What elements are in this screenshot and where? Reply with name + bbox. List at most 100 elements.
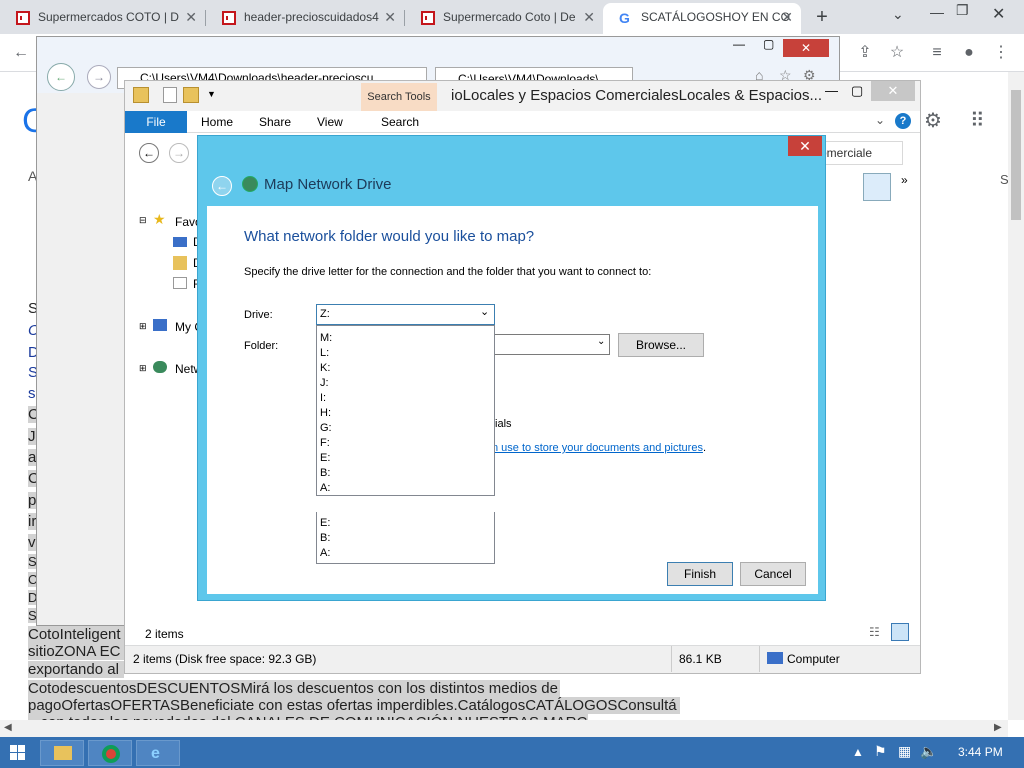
list-item[interactable]: K:	[317, 361, 494, 376]
search-tools-tab[interactable]: Search Tools	[361, 83, 437, 111]
close-window-icon[interactable]: ✕	[992, 4, 1005, 24]
chrome-menu-icon[interactable]: ⋮	[988, 40, 1014, 66]
explorer-ribbon: File Home Share View Search ⌄ ?	[125, 111, 920, 133]
forward-icon[interactable]: →	[169, 143, 189, 163]
dialog-instruction: Specify the drive letter for the connect…	[244, 266, 652, 278]
cancel-button[interactable]: Cancel	[740, 562, 806, 586]
expand-icon[interactable]: ⊞	[139, 321, 147, 332]
list-item[interactable]: G:	[317, 421, 494, 436]
google-icon: G	[619, 10, 630, 26]
search-input[interactable]: omerciale	[813, 141, 903, 165]
close-tab-icon[interactable]: ✕	[781, 3, 793, 32]
help-icon[interactable]: ?	[895, 113, 911, 129]
start-windows-icon[interactable]	[10, 745, 26, 761]
tab-file[interactable]: File	[125, 111, 187, 133]
list-item[interactable]: E:	[317, 516, 494, 531]
explorer-title: ioLocales y Espacios ComercialesLocales …	[451, 87, 821, 104]
list-item[interactable]: B:	[317, 531, 494, 546]
list-item[interactable]: A:	[317, 546, 494, 561]
page-text: v	[28, 534, 36, 551]
scroll-left-icon[interactable]: ◀	[4, 722, 12, 733]
storage-link-text[interactable]: n use to store your documents and pictur…	[492, 442, 703, 454]
finish-button[interactable]: Finish	[667, 562, 733, 586]
star-icon: ★	[153, 211, 166, 227]
drive-label: Drive:	[244, 309, 273, 321]
close-tab-icon[interactable]: ✕	[583, 3, 595, 32]
computer-icon	[767, 652, 783, 664]
expand-icon[interactable]: ⊞	[139, 363, 147, 374]
drive-dropdown-list[interactable]: M: L: K: J: I: H: G: F: E: B: A:	[316, 325, 495, 496]
back-icon[interactable]: ←	[139, 143, 159, 163]
more-options-icon[interactable]: »	[901, 173, 908, 187]
show-hidden-icons[interactable]: ▲	[852, 745, 864, 759]
quick-access-dropdown-icon[interactable]: ▼	[207, 89, 216, 99]
share-icon[interactable]: ⇪	[852, 40, 878, 66]
list-item[interactable]: A:	[317, 481, 494, 495]
apps-grid-icon[interactable]: ⠿	[970, 108, 985, 133]
ie-taskbar-icon[interactable]: e	[136, 740, 180, 766]
dialog-close-button[interactable]: ✕	[788, 136, 822, 156]
profile-icon[interactable]: ●	[956, 40, 982, 66]
browser-tab[interactable]: header-precioscuidados4 ✕	[206, 3, 404, 34]
list-item[interactable]: M:	[317, 331, 494, 346]
reading-list-icon[interactable]: ≡	[924, 40, 950, 66]
page-text: exportando al	[28, 661, 124, 678]
expand-icon[interactable]: ⊟	[139, 215, 147, 226]
tab-title: SCATÁLOGOSHOY EN CO	[641, 10, 790, 24]
new-folder-icon[interactable]	[183, 87, 199, 103]
list-item[interactable]: L:	[317, 346, 494, 361]
ie-maximize-icon[interactable]: ▢	[763, 37, 774, 51]
close-tab-icon[interactable]: ✕	[384, 3, 396, 32]
browser-tab[interactable]: Supermercados COTO | D ✕	[0, 3, 205, 34]
chevron-down-icon[interactable]: ⌄	[597, 336, 605, 347]
tab-search-icon[interactable]: ⌄	[892, 6, 904, 23]
list-item[interactable]: E:	[317, 451, 494, 466]
scrollbar-thumb[interactable]	[1011, 90, 1021, 220]
dialog-back-icon[interactable]: ←	[212, 176, 232, 196]
list-item[interactable]: F:	[317, 436, 494, 451]
browse-button[interactable]: Browse...	[618, 333, 704, 357]
browser-tab-active[interactable]: G SCATÁLOGOSHOY EN CO ✕	[603, 3, 801, 34]
back-icon[interactable]: ←	[8, 40, 34, 66]
tab-home[interactable]: Home	[189, 111, 245, 133]
ie-forward-icon[interactable]: →	[87, 65, 111, 89]
list-item[interactable]: I:	[317, 391, 494, 406]
list-item[interactable]: B:	[317, 466, 494, 481]
list-item[interactable]: H:	[317, 406, 494, 421]
list-item[interactable]: J:	[317, 376, 494, 391]
close-tab-icon[interactable]: ✕	[185, 3, 197, 32]
chevron-down-icon[interactable]: ⌄	[480, 305, 489, 318]
file-explorer-taskbar-icon[interactable]	[40, 740, 84, 766]
preview-pane-icon[interactable]	[863, 173, 891, 201]
drive-select[interactable]: Z:	[316, 304, 495, 325]
network-icon[interactable]: ▦	[898, 743, 911, 760]
maximize-icon[interactable]: ▢	[851, 83, 863, 99]
minimize-icon[interactable]: —	[930, 4, 944, 20]
ie-close-button[interactable]: ✕	[783, 39, 829, 57]
page-horizontal-scrollbar[interactable]: ◀ ▶	[0, 720, 1008, 737]
storage-link[interactable]: n use to store your documents and pictur…	[492, 442, 706, 454]
bookmark-star-icon[interactable]: ☆	[884, 40, 910, 66]
properties-icon[interactable]	[163, 87, 177, 103]
tab-share[interactable]: Share	[247, 111, 303, 133]
clock[interactable]: 3:44 PM	[958, 745, 1003, 759]
restore-icon[interactable]: ❐	[956, 2, 969, 19]
folder-icon	[133, 87, 149, 103]
ie-minimize-icon[interactable]: —	[733, 37, 745, 51]
scroll-right-icon[interactable]: ▶	[994, 722, 1002, 733]
ie-back-icon[interactable]: ←	[47, 63, 75, 91]
browser-tab[interactable]: Supermercado Coto | De ✕	[405, 3, 603, 34]
large-icons-view-icon[interactable]	[891, 623, 909, 641]
details-view-icon[interactable]: ☷	[869, 625, 880, 639]
ribbon-expand-icon[interactable]: ⌄	[875, 113, 885, 127]
tab-view[interactable]: View	[305, 111, 355, 133]
volume-icon[interactable]: 🔈	[920, 743, 937, 760]
gear-icon[interactable]: ⚙	[924, 108, 942, 133]
tab-search[interactable]: Search	[369, 111, 431, 133]
new-tab-button[interactable]: +	[810, 4, 834, 30]
close-icon[interactable]: ✕	[871, 81, 915, 101]
minimize-icon[interactable]: —	[825, 83, 838, 98]
chrome-taskbar-icon[interactable]	[88, 740, 132, 766]
action-center-icon[interactable]: ⚑	[874, 743, 887, 760]
dialog-heading: What network folder would you like to ma…	[244, 228, 535, 245]
